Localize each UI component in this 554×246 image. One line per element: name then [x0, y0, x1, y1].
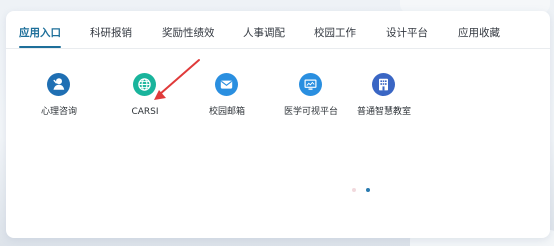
app-label: 心理咨询: [40, 107, 77, 117]
page-dot-2-active[interactable]: [366, 188, 370, 192]
app-portal-card: 应用入口 科研报销 奖励性绩效 人事调配 校园工作 设计平台 应用收藏 心理咨询: [6, 11, 550, 238]
classroom-building-icon: [372, 73, 395, 96]
app-label: 校园邮箱: [208, 107, 245, 117]
tab-personnel-transfer[interactable]: 人事调配: [243, 25, 285, 42]
tab-design-platform[interactable]: 设计平台: [386, 25, 428, 42]
app-campus-mail[interactable]: 校园邮箱: [184, 71, 270, 135]
app-carsi[interactable]: CARSI: [102, 71, 188, 135]
monitor-icon: [299, 73, 322, 96]
mail-icon: [215, 73, 238, 96]
app-label: 普通智慧教室: [356, 107, 411, 117]
app-smart-classroom[interactable]: 普通智慧教室: [341, 71, 427, 135]
tab-app-favorites[interactable]: 应用收藏: [458, 25, 500, 42]
globe-icon: [133, 73, 156, 96]
app-label: CARSI: [131, 107, 159, 117]
tab-research-reimbursement[interactable]: 科研报销: [90, 25, 132, 42]
page-dot-1[interactable]: [352, 188, 356, 192]
user-counsel-icon: [47, 73, 70, 96]
tab-bar: 应用入口 科研报销 奖励性绩效 人事调配 校园工作 设计平台 应用收藏: [6, 11, 550, 49]
page-background: 应用入口 科研报销 奖励性绩效 人事调配 校园工作 设计平台 应用收藏 心理咨询: [0, 0, 554, 246]
tab-app-entry[interactable]: 应用入口: [19, 25, 61, 42]
active-tab-indicator: [19, 46, 61, 48]
carousel-pagination: [352, 187, 380, 195]
tab-campus-work[interactable]: 校园工作: [314, 25, 356, 42]
tab-performance-bonus[interactable]: 奖励性绩效: [162, 25, 215, 42]
app-psych-counseling[interactable]: 心理咨询: [16, 71, 102, 135]
